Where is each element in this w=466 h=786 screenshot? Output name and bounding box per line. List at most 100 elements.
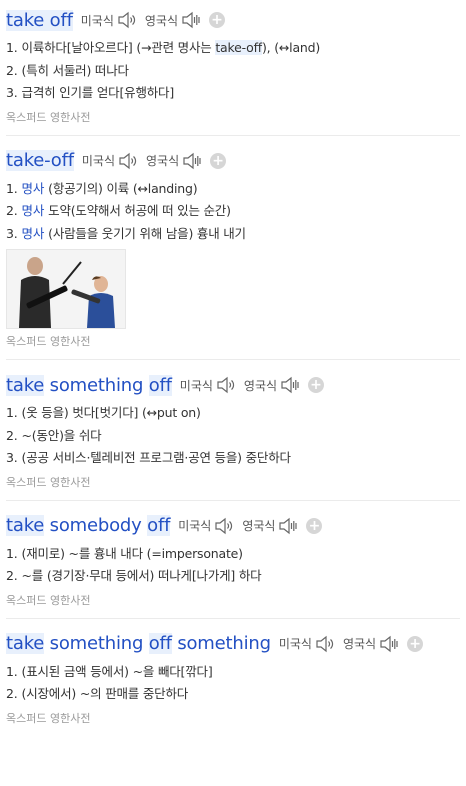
dictionary-entry: take something off something 미국식 영국식 +1. (표시… (0, 619, 466, 736)
definition-item: 1. (옷 등을) 벗다[벗기다] (↔put on) (6, 402, 460, 425)
definition-number: 2. (6, 427, 18, 443)
dictionary-source[interactable]: 옥스퍼드 영한사전 (6, 710, 460, 736)
definition-item: 3. 급격히 인기를 얻다[유행하다] (6, 82, 460, 105)
headword-link[interactable]: take somebody off (6, 515, 170, 536)
speaker-icon[interactable] (181, 11, 201, 29)
definition-number: 1. (6, 40, 18, 55)
speaker-icon[interactable] (278, 517, 298, 535)
definition-number: 2. (6, 568, 18, 583)
dictionary-results: take off 미국식 영국식 +1. 이륙하다[날아오르다] (→관련 명사는 ta… (0, 0, 466, 736)
definition-list: 1. (재미로) ~를 흉내 내다 (=impersonate) 2. ~를 (경기장… (6, 543, 460, 588)
headword-part: take (6, 374, 45, 396)
dictionary-source[interactable]: 옥스퍼드 영한사전 (6, 474, 460, 500)
definition-list: 1. (표시된 금액 등에서) ~을 빼다[깎다] 2. (시장에서) ~의 판매를 … (6, 661, 460, 706)
headword-part: something (44, 374, 149, 396)
definition-text: (항공기의) 이륙 (↔landing) (48, 180, 198, 196)
dictionary-entry: take somebody off 미국식 영국식 +1. (재미로) ~를 흉내 내다… (0, 501, 466, 618)
pronunciation-us: 미국식 (81, 11, 137, 29)
dictionary-entry: take something off 미국식 영국식 +1. (옷 등을) 벗다[벗기다… (0, 360, 466, 500)
headword-link[interactable]: take-off (6, 150, 74, 171)
speaker-icon[interactable] (182, 152, 202, 170)
definition-text: ~를 (경기장·무대 등에서) 떠나게[나가게] 하다 (21, 568, 262, 583)
definition-number: 1. (6, 663, 18, 679)
add-to-wordbook-icon[interactable]: + (210, 152, 227, 169)
entry-header: take off 미국식 영국식 + (6, 7, 460, 33)
headword-part: take (6, 633, 45, 654)
highlighted-keyword: take-off (215, 40, 262, 55)
definition-text: 이륙하다[날아오르다] (→관련 명사는 (21, 40, 216, 55)
guitar-players-photo[interactable] (6, 249, 126, 329)
headword-part: off (148, 633, 172, 654)
definition-number: 1. (6, 405, 18, 420)
pronunciation-us-label: 미국식 (81, 154, 115, 168)
headword-part: take (6, 515, 45, 536)
definition-number: 1. (6, 545, 18, 561)
pronunciation-us-label: 미국식 (278, 637, 312, 651)
dictionary-source[interactable]: 옥스퍼드 영한사전 (6, 592, 460, 618)
pronunciation-uk-label: 영국식 (243, 378, 278, 393)
definition-item: 3. 명사 (사람들을 웃기기 위해 남을) 흉내 내기 (6, 223, 460, 246)
headword-link[interactable]: take something off something (6, 633, 271, 654)
entry-header: take somebody off 미국식 영국식 + (6, 513, 460, 539)
definition-item: 2. (특히 서둘러) 떠나다 (6, 60, 460, 83)
definition-text: 도약(도약해서 허공에 떠 있는 순간) (48, 203, 231, 218)
headword-part: off (148, 374, 172, 396)
headword-part: somebody (44, 515, 148, 536)
headword-link[interactable]: take something off (6, 374, 172, 396)
definition-text: (표시된 금액 등에서) ~을 빼다[깎다] (21, 663, 213, 679)
pronunciation-us: 미국식 (82, 152, 138, 170)
definition-number: 3. (6, 450, 18, 465)
definition-item: 2. ~를 (경기장·무대 등에서) 떠나게[나가게] 하다 (6, 565, 460, 588)
pronunciation-uk: 영국식 (242, 517, 298, 535)
definition-text: (재미로) ~를 흉내 내다 (=impersonate) (21, 545, 243, 561)
pronunciation-us: 미국식 (180, 376, 236, 394)
speaker-icon[interactable] (280, 376, 300, 394)
definition-text: ~(동안)을 쉬다 (21, 427, 102, 443)
pronunciation-us-label: 미국식 (80, 13, 114, 28)
definition-item: 1. 이륙하다[날아오르다] (→관련 명사는 take-off), (↔land… (6, 37, 460, 60)
speaker-icon[interactable] (379, 635, 399, 653)
definition-item: 1. (표시된 금액 등에서) ~을 빼다[깎다] (6, 661, 460, 684)
pronunciation-uk: 영국식 (146, 152, 202, 170)
definition-item: 1. (재미로) ~를 흉내 내다 (=impersonate) (6, 543, 460, 566)
definition-text: 급격히 인기를 얻다[유행하다] (21, 85, 175, 100)
headword-part: take-off (6, 150, 74, 171)
headword-part: off (147, 515, 171, 536)
dictionary-entry: take-off 미국식 영국식 +1. 명사 (항공기의) 이륙 (↔landing) 2… (0, 136, 466, 360)
speaker-icon[interactable] (117, 11, 137, 29)
speaker-icon[interactable] (216, 376, 236, 394)
entry-header: take-off 미국식 영국식 + (6, 148, 460, 174)
speaker-icon[interactable] (118, 152, 138, 170)
definition-number: 3. (6, 85, 18, 100)
speaker-icon[interactable] (214, 517, 234, 535)
definition-number: 2. (6, 203, 18, 218)
dictionary-source[interactable]: 옥스퍼드 영한사전 (6, 109, 460, 135)
definition-tail: ), (↔land) (262, 40, 321, 55)
entry-header: take something off 미국식 영국식 + (6, 372, 460, 398)
dictionary-entry: take off 미국식 영국식 +1. 이륙하다[날아오르다] (→관련 명사는 ta… (0, 0, 466, 135)
definition-list: 1. 명사 (항공기의) 이륙 (↔landing) 2. 명사 도약(도약해서 허공에 … (6, 178, 460, 246)
add-to-wordbook-icon[interactable]: + (308, 377, 325, 393)
pronunciation-uk-label: 영국식 (342, 637, 377, 651)
pronunciation-us: 미국식 (178, 517, 234, 535)
definition-number: 3. (6, 225, 18, 241)
definition-number: 2. (6, 686, 18, 701)
definition-item: 1. 명사 (항공기의) 이륙 (↔landing) (6, 178, 460, 201)
add-to-wordbook-icon[interactable]: + (306, 517, 323, 534)
entry-header: take something off something 미국식 영국식 + (6, 631, 460, 657)
definition-number: 2. (6, 62, 18, 78)
dictionary-source[interactable]: 옥스퍼드 영한사전 (6, 333, 460, 359)
definition-text: (옷 등을) 벗다[벗기다] (↔put on) (21, 405, 201, 420)
pronunciation-uk-label: 영국식 (146, 154, 180, 168)
add-to-wordbook-icon[interactable]: + (209, 12, 226, 28)
headword-link[interactable]: take off (6, 9, 73, 31)
pronunciation-uk: 영국식 (145, 11, 201, 29)
part-of-speech: 명사 (21, 180, 45, 196)
speaker-icon[interactable] (315, 635, 335, 653)
definition-list: 1. 이륙하다[날아오르다] (→관련 명사는 take-off), (↔land… (6, 37, 460, 105)
pronunciation-us-label: 미국식 (178, 519, 212, 533)
add-to-wordbook-icon[interactable]: + (407, 635, 424, 652)
definition-item: 3. (공공 서비스·텔레비전 프로그램·공연 등을) 중단하다 (6, 447, 460, 470)
headword-part: something (44, 633, 149, 654)
headword-part: take off (6, 9, 73, 31)
